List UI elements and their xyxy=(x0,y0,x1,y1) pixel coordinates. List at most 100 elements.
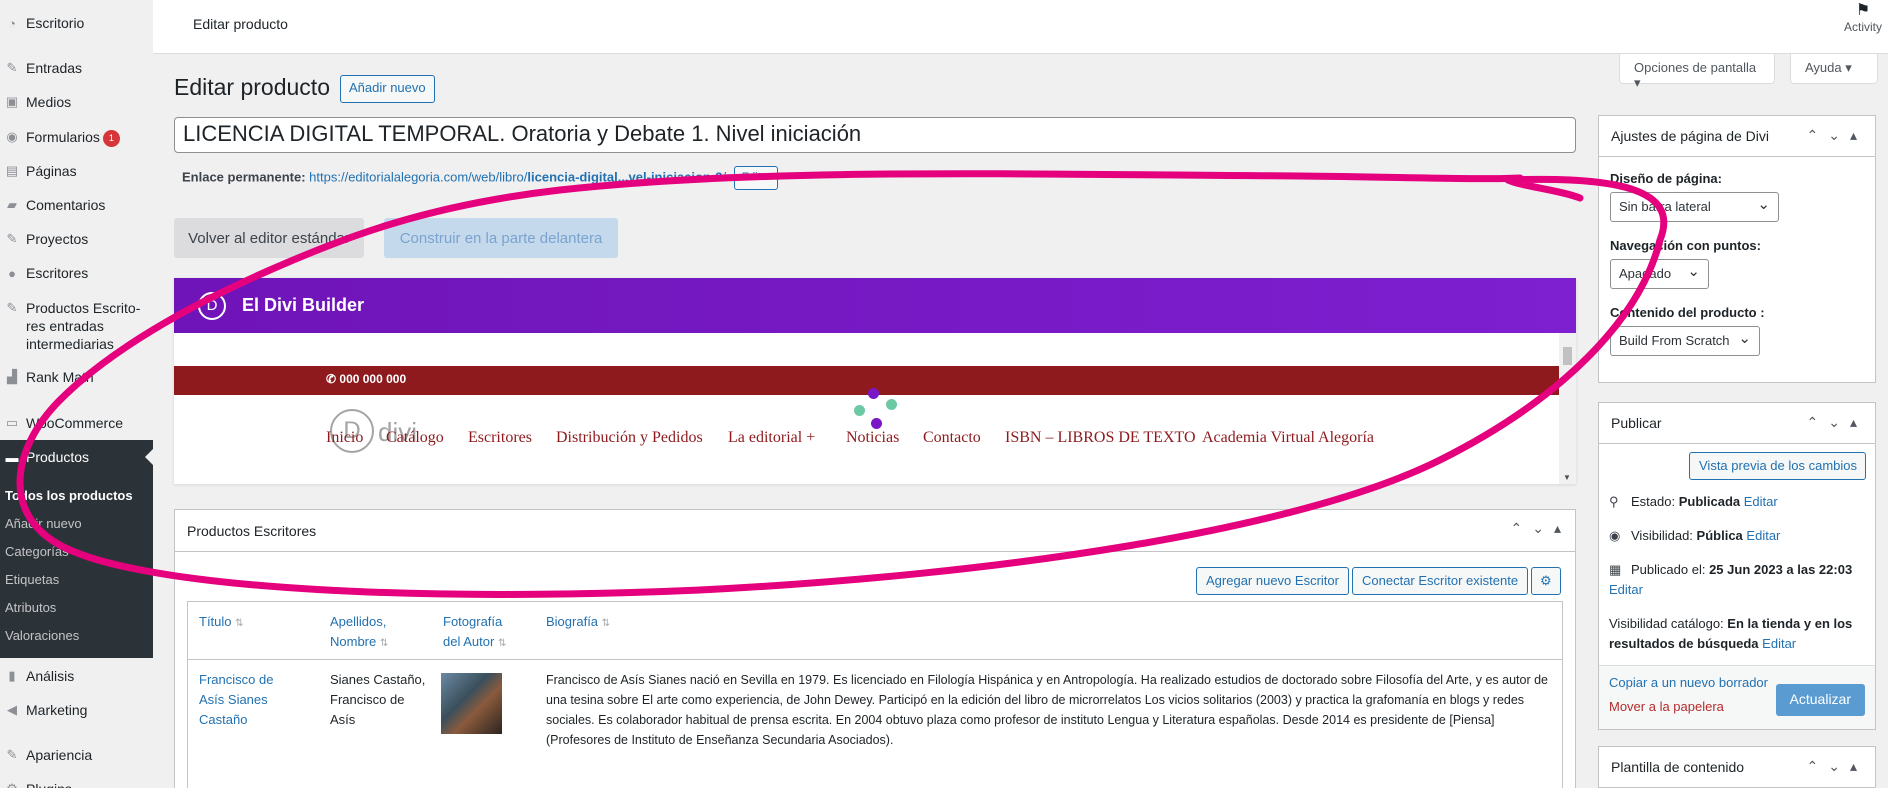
nav-item[interactable]: Academia Virtual Alegoría xyxy=(1202,429,1374,447)
menu-item-plugins[interactable]: ⚙Plugins xyxy=(0,780,153,788)
row-surname: Sianes Castaño, Francisco de Asís xyxy=(330,672,426,727)
submenu-tags[interactable]: Etiquetas xyxy=(5,572,59,587)
permalink-base: https://editorialalegoria.com/web/libro/ xyxy=(309,169,528,185)
visibility-label: Visibilidad: xyxy=(1631,528,1693,543)
scrollbar-thumb[interactable] xyxy=(1563,347,1572,365)
add-new-button[interactable]: Añadir nuevo xyxy=(340,75,435,103)
help-button[interactable]: Ayuda ▾ xyxy=(1790,54,1878,84)
preview-changes-button[interactable]: Vista previa de los cambios xyxy=(1689,452,1866,480)
column-header-bio[interactable]: Biografía ⇅ xyxy=(546,612,610,634)
pin-icon: ✎ xyxy=(6,300,18,315)
box-controls[interactable]: ⌃⌄▴ xyxy=(1807,127,1868,144)
admin-sidebar: ◔ Escritorio ✎ Entradas ▣ Medios ◉ Formulari… xyxy=(0,0,153,788)
submenu-all-products[interactable]: Todos los productos xyxy=(5,488,133,503)
menu-item-productos-escritores[interactable]: ✎ Productos Escrito-res entradas intermed… xyxy=(0,299,153,353)
user-icon: ● xyxy=(8,265,16,281)
dots-select[interactable]: Apagado xyxy=(1610,259,1709,289)
standard-editor-button[interactable]: Volver al editor estándar xyxy=(174,218,364,258)
nav-item[interactable]: Noticias xyxy=(846,429,899,447)
nav-item[interactable]: Inicio xyxy=(326,429,363,447)
products-submenu: Todos los productos Añadir nuevo Categor… xyxy=(0,474,153,658)
writers-table: Título ⇅ Apellidos, Nombre ⇅ Fotografía … xyxy=(187,601,1563,788)
nav-item[interactable]: Contacto xyxy=(923,429,981,447)
update-button[interactable]: Actualizar xyxy=(1775,684,1865,716)
column-label: Apellidos, Nombre xyxy=(330,614,387,649)
menu-label: Plugins xyxy=(26,780,72,788)
menu-label: Productos xyxy=(26,449,90,465)
edit-catalog-link[interactable]: Editar xyxy=(1762,636,1796,651)
gear-icon[interactable]: ⚙ xyxy=(1531,567,1561,595)
menu-label: Páginas xyxy=(26,163,77,179)
menu-item-woocommerce[interactable]: ▭ WooCommerce xyxy=(0,414,153,432)
activity-button[interactable]: ⚑ Activity xyxy=(1838,2,1888,34)
edit-visibility-link[interactable]: Editar xyxy=(1746,528,1780,543)
edit-slug-button[interactable]: Editar xyxy=(733,166,779,190)
column-header-title[interactable]: Título ⇅ xyxy=(199,612,244,634)
content-select[interactable]: Build From Scratch xyxy=(1610,326,1760,356)
preview-scrollbar[interactable]: ▼ xyxy=(1559,333,1576,484)
box-title: Productos Escritores xyxy=(175,510,1575,552)
dots-label: Navegación con puntos: xyxy=(1610,238,1761,253)
page-title: Editar producto xyxy=(174,74,330,100)
box-controls[interactable]: ⌃⌄▴ xyxy=(1511,520,1572,537)
menu-item-formularios[interactable]: ◉ Formularios 1 xyxy=(0,128,153,147)
nav-item[interactable]: La editorial + xyxy=(728,429,815,447)
top-bar: Editar producto ⚑ Activity xyxy=(153,0,1888,54)
menu-item-rank-math[interactable]: ▟ Rank Math xyxy=(0,368,153,386)
box-title: Plantilla de contenido xyxy=(1611,759,1745,775)
count-badge: 1 xyxy=(102,129,120,147)
menu-item-apariencia[interactable]: ✎ Apariencia xyxy=(0,746,153,764)
copy-draft-link[interactable]: Copiar a un nuevo borrador xyxy=(1609,675,1768,690)
menu-item-proyectos[interactable]: ✎ Proyectos xyxy=(0,230,153,248)
menu-item-escritorio[interactable]: ◔ Escritorio xyxy=(0,14,153,32)
column-header-surname[interactable]: Apellidos, Nombre ⇅ xyxy=(330,612,410,654)
menu-label: Marketing xyxy=(26,702,88,718)
screen-options-button[interactable]: Opciones de pantalla ▾ xyxy=(1619,54,1775,90)
menu-item-marketing[interactable]: ◀ Marketing xyxy=(0,701,153,719)
menu-item-comentarios[interactable]: ▰ Comentarios xyxy=(0,196,153,214)
brush-icon: ✎ xyxy=(6,747,18,762)
menu-item-entradas[interactable]: ✎ Entradas xyxy=(0,59,153,77)
submenu-add-new[interactable]: Añadir nuevo xyxy=(5,516,82,531)
author-photo xyxy=(441,673,502,734)
pin-icon: ✎ xyxy=(6,231,18,246)
permalink: Enlace permanente: https://editorialaleg… xyxy=(182,166,779,190)
permalink-link[interactable]: https://editorialalegoria.com/web/libro/… xyxy=(309,169,726,184)
box-controls[interactable]: ⌃⌄▴ xyxy=(1807,414,1868,431)
menu-item-productos[interactable]: ▬ Productos xyxy=(0,440,153,474)
product-title-input[interactable]: LICENCIA DIGITAL TEMPORAL. Oratoria y De… xyxy=(174,117,1576,153)
column-label: Fotografía del Autor xyxy=(443,614,503,649)
submenu-reviews[interactable]: Valoraciones xyxy=(5,628,79,643)
menu-item-analisis[interactable]: ▮ Análisis xyxy=(0,667,153,685)
nav-item[interactable]: Escritores xyxy=(468,429,532,447)
edit-status-link[interactable]: Editar xyxy=(1744,494,1778,509)
menu-item-paginas[interactable]: ▤ Páginas xyxy=(0,162,153,180)
menu-item-escritores[interactable]: ● Escritores xyxy=(0,264,153,282)
visibility-line: ◉ Visibilidad: Pública Editar xyxy=(1609,526,1780,546)
status-label: Estado: xyxy=(1631,494,1676,509)
trash-link[interactable]: Mover a la papelera xyxy=(1609,699,1724,714)
scroll-down-icon[interactable]: ▼ xyxy=(1563,473,1571,482)
published-label: Publicado el: xyxy=(1631,562,1706,577)
table-header: Título ⇅ Apellidos, Nombre ⇅ Fotografía … xyxy=(188,602,1562,660)
nav-item[interactable]: Catálogo xyxy=(386,429,444,447)
edit-date-link[interactable]: Editar xyxy=(1609,582,1643,597)
front-builder-button[interactable]: Construir en la parte delantera xyxy=(384,218,618,258)
submenu-categories[interactable]: Categorías xyxy=(5,544,69,559)
menu-label: WooCommerce xyxy=(26,415,123,431)
menu-label: Proyectos xyxy=(26,231,89,247)
layout-select[interactable]: Sin barra lateral xyxy=(1610,192,1779,222)
row-title-link[interactable]: Francisco de Asís Sianes Castaño xyxy=(199,670,289,730)
connect-writer-button[interactable]: Conectar Escritor existente xyxy=(1352,567,1529,595)
publish-actions: Copiar a un nuevo borrador Mover a la pa… xyxy=(1599,665,1875,729)
box-controls[interactable]: ⌃⌄▴ xyxy=(1807,758,1868,775)
add-writer-button[interactable]: Agregar nuevo Escritor xyxy=(1196,567,1349,595)
menu-label: Análisis xyxy=(26,668,75,684)
column-header-photo[interactable]: Fotografía del Autor ⇅ xyxy=(443,612,523,654)
comment-icon: ▰ xyxy=(7,197,17,212)
menu-item-medios[interactable]: ▣ Medios xyxy=(0,93,153,111)
rank-math-icon: ▟ xyxy=(7,369,17,384)
nav-item[interactable]: Distribución y Pedidos xyxy=(556,429,703,447)
nav-item[interactable]: ISBN – LIBROS DE TEXTO xyxy=(1005,429,1196,447)
submenu-attributes[interactable]: Atributos xyxy=(5,600,56,615)
